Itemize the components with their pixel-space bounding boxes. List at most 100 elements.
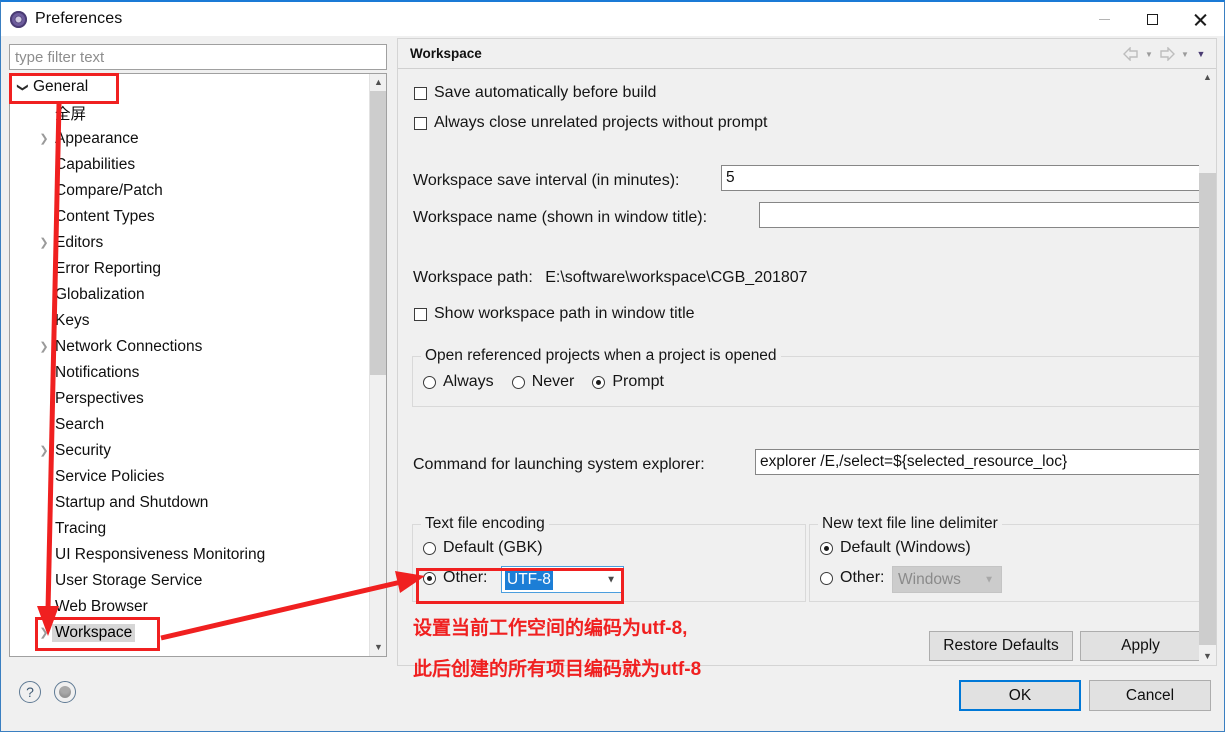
back-history-dropdown-icon[interactable]: ▼ [1142,50,1156,59]
pane-scrollbar[interactable]: ▲ ▼ [1199,69,1216,665]
tree-item-appearance[interactable]: ❯ Appearance [10,126,370,152]
explorer-command-input[interactable] [755,449,1201,475]
preferences-tree[interactable]: ❯ General 全屏 ❯ Appearance Capabilities Compare… [9,73,387,657]
chevron-down-icon: ▼ [984,574,994,585]
tree-item-label: Appearance [55,130,139,147]
tree-item-security[interactable]: ❯ Security [10,438,370,464]
radio-never[interactable]: Never [511,373,574,391]
tree-item-label: Editors [55,234,104,251]
ok-button[interactable]: OK [959,680,1081,711]
forward-arrow-icon[interactable] [1158,45,1176,63]
tree-item-capabilities[interactable]: Capabilities [10,152,370,178]
group-title: Open referenced projects when a project … [421,347,781,365]
tree-item-content-types[interactable]: Content Types [10,204,370,230]
tree-item-label: 全屏 [55,106,87,123]
tree-item-[interactable]: 全屏 [10,100,370,126]
minimize-icon [1098,18,1110,20]
checkbox-icon [414,116,427,130]
radio-label: Default (Windows) [840,539,971,556]
chevron-down-icon[interactable]: ❯ [17,79,29,95]
workspace-path-value: E:\software\workspace\CGB_201807 [545,269,808,286]
encoding-combo[interactable]: UTF-8 ▼ [501,566,624,593]
tree-item-notifications[interactable]: Notifications [10,360,370,386]
tree-item-ui-responsiveness-monitoring[interactable]: UI Responsiveness Monitoring [10,542,370,568]
checkbox-icon [414,307,427,321]
encoding-other-radio[interactable]: Other: [423,569,487,587]
delimiter-default-radio[interactable]: Default (Windows) [820,539,971,557]
apply-button[interactable]: Apply [1080,631,1201,661]
chevron-right-icon[interactable]: ❯ [36,445,52,457]
workspace-path-label: Workspace path: [413,269,533,286]
radio-icon [423,541,436,555]
save-automatically-checkbox[interactable]: Save automatically before build [414,84,656,102]
line-delimiter-group: New text file line delimiter Default (Wi… [809,515,1201,602]
checkbox-label: Save automatically before build [434,84,657,101]
tree-item-startup-and-shutdown[interactable]: Startup and Shutdown [10,490,370,516]
tree-item-service-policies[interactable]: Service Policies [10,464,370,490]
radio-always[interactable]: Always [423,373,494,391]
scroll-up-icon[interactable]: ▲ [1199,69,1216,86]
restore-defaults-button[interactable]: Restore Defaults [929,631,1073,661]
scrollbar-thumb[interactable] [370,91,386,375]
page-title: Workspace [410,46,482,61]
tree-item-label: Service Policies [55,468,165,485]
delimiter-combo-value: Windows [898,570,961,588]
tree-item-network-connections[interactable]: ❯ Network Connections [10,334,370,360]
delimiter-other-radio[interactable]: Other: [820,569,884,587]
radio-label: Other: [443,569,488,586]
explorer-command-label: Command for launching system explorer: [413,456,705,473]
workspace-name-input[interactable] [759,202,1201,228]
tree-item-keys[interactable]: Keys [10,308,370,334]
radio-label: Other: [840,569,885,586]
tree-item-compare-patch[interactable]: Compare/Patch [10,178,370,204]
tree-item-error-reporting[interactable]: Error Reporting [10,256,370,282]
chevron-right-icon[interactable]: ❯ [36,627,52,639]
checkbox-label: Show workspace path in window title [434,305,695,322]
tree-item-editors[interactable]: ❯ Editors [10,230,370,256]
radio-icon-selected [820,541,833,555]
tree-item-label: Content Types [55,208,155,225]
chevron-right-icon[interactable]: ❯ [36,341,52,353]
group-title: Text file encoding [421,515,549,533]
chevron-right-icon[interactable]: ❯ [36,237,52,249]
close-icon [1194,13,1207,26]
tree-item-label: Compare/Patch [55,182,163,199]
forward-history-dropdown-icon[interactable]: ▼ [1178,50,1192,59]
always-close-unrelated-checkbox[interactable]: Always close unrelated projects without … [414,114,768,132]
tree-item-workspace[interactable]: ❯ Workspace [10,620,370,646]
status-indicator-icon[interactable] [54,681,76,703]
save-interval-input[interactable] [721,165,1201,191]
maximize-button[interactable] [1128,2,1176,36]
tree-item-globalization[interactable]: Globalization [10,282,370,308]
back-arrow-icon[interactable] [1122,45,1140,63]
tree-item-user-storage-service[interactable]: User Storage Service [10,568,370,594]
minimize-button[interactable] [1080,2,1128,36]
tree-scrollbar[interactable]: ▲ ▼ [369,74,386,656]
annotation-line1: 设置当前工作空间的编码为utf-8, [413,618,688,639]
tree-item-web-browser[interactable]: Web Browser [10,594,370,620]
tree-item-general[interactable]: ❯ General [10,74,370,100]
open-referenced-projects-group: Open referenced projects when a project … [412,347,1201,407]
tree-item-perspectives[interactable]: Perspectives [10,386,370,412]
scroll-down-icon[interactable]: ▼ [370,639,386,656]
checkbox-label: Always close unrelated projects without … [434,114,768,131]
radio-prompt[interactable]: Prompt [592,373,664,391]
help-icon[interactable]: ? [19,681,41,703]
tree-item-tracing[interactable]: Tracing [10,516,370,542]
close-button[interactable] [1176,2,1224,36]
text-file-encoding-group: Text file encoding Default (GBK) Other: … [412,515,806,602]
chevron-right-icon[interactable]: ❯ [36,133,52,145]
scroll-up-icon[interactable]: ▲ [370,74,386,91]
window-controls [1080,2,1224,36]
scrollbar-thumb[interactable] [1199,173,1216,645]
pane-body: Save automatically before build Always c… [398,69,1216,665]
tree-item-label: Network Connections [55,338,203,355]
show-workspace-path-checkbox[interactable]: Show workspace path in window title [414,305,695,323]
pane-menu-dropdown-icon[interactable]: ▼ [1194,49,1208,59]
scroll-down-icon[interactable]: ▼ [1199,648,1216,665]
tree-item-search[interactable]: Search [10,412,370,438]
encoding-default-radio[interactable]: Default (GBK) [423,539,543,557]
cancel-button[interactable]: Cancel [1089,680,1211,711]
search-input[interactable] [9,44,387,70]
tree-item-label: Globalization [55,286,145,303]
